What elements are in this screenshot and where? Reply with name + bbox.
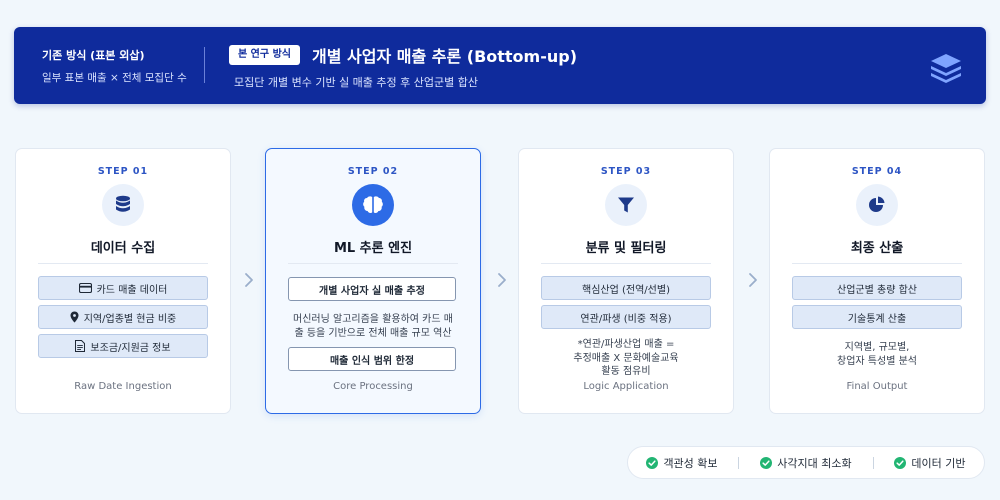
- step-label: STEP 01: [97, 166, 149, 177]
- legacy-method-title: 기존 방식 (표본 외삽): [42, 49, 145, 62]
- step-note-line: 지역별, 규모별,: [844, 342, 910, 353]
- step-note-line: 추정매출 X 문화예술교육: [573, 352, 679, 364]
- step-divider: [288, 263, 458, 264]
- step-item: 기술통계 산출: [792, 305, 962, 329]
- step-item: 핵심산업 (전역/선별): [541, 276, 711, 300]
- banner-divider: [204, 47, 205, 83]
- step-note: 머신러닝 알고리즘을 활용하여 카드 매출 등을 기반으로 전체 매출 규모 역…: [293, 314, 453, 339]
- document-icon: [75, 340, 86, 352]
- layers-icon: [931, 54, 961, 83]
- step-icon-container: [605, 184, 647, 226]
- proposed-method-title: 개별 사업자 매출 추론 (Bottom-up): [312, 47, 578, 66]
- step-item-label: 보조금/지원금 정보: [90, 342, 171, 354]
- step-icon-container: [352, 184, 394, 226]
- step-note-line: 활동 점유비: [601, 366, 651, 377]
- filter-icon: [618, 197, 634, 213]
- step-title: 데이터 수집: [90, 241, 156, 256]
- step-box-label: 개별 사업자 실 매출 추정: [319, 285, 425, 297]
- step-title: 최종 산출: [850, 241, 904, 256]
- step-icon-container: [102, 184, 144, 226]
- benefit-divider: [738, 456, 740, 469]
- benefit-label: 객관성 확보: [663, 456, 718, 470]
- step-item-label: 기술통계 산출: [847, 313, 907, 325]
- benefits-bar: 객관성 확보 사각지대 최소화 데이터 기반: [627, 446, 985, 479]
- step-item: 보조금/지원금 정보: [38, 334, 208, 358]
- step-label: STEP 02: [347, 166, 399, 177]
- header-banner: 기존 방식 (표본 외삽) 일부 표본 매출 × 전체 모집단 수 본 연구 방…: [14, 27, 986, 104]
- benefit-label: 사각지대 최소화: [777, 456, 852, 470]
- step-item: 카드 매출 데이터: [38, 276, 208, 300]
- step-item-label: 핵심산업 (전역/선별): [582, 284, 670, 296]
- chevron-right-icon: [245, 273, 253, 287]
- step-note-line: 창업자 특성별 분석: [837, 355, 917, 367]
- step-item-label: 지역/업종별 현금 비중: [83, 313, 177, 325]
- benefit-item: 데이터 기반: [894, 455, 966, 471]
- step-footer: Core Processing: [333, 381, 413, 392]
- step-item: 연관/파생 (비중 적용): [541, 305, 711, 329]
- proposed-method-desc: 모집단 개별 변수 기반 실 매출 추정 후 산업군별 합산: [234, 76, 478, 89]
- check-circle-icon: [894, 456, 907, 469]
- step-card-2: STEP 02 ML 추론 엔진 개별 사업자 실 매출 추정 머신러닝 알고리…: [265, 148, 481, 414]
- step-footer: Logic Application: [583, 381, 669, 392]
- step-item: 지역/업종별 현금 비중: [38, 305, 208, 329]
- check-circle-icon: [760, 456, 773, 469]
- step-divider: [38, 263, 208, 264]
- chevron-right-icon: [498, 273, 506, 287]
- step-divider: [541, 263, 711, 264]
- step-footer: Raw Date Ingestion: [74, 381, 172, 392]
- step-card-4: STEP 04 최종 산출 산업군별 총량 합산 기술통계 산출 지역별, 규모…: [769, 148, 985, 414]
- database-icon: [116, 195, 130, 212]
- benefit-label: 데이터 기반: [911, 456, 966, 470]
- legacy-method-desc: 일부 표본 매출 × 전체 모집단 수: [42, 72, 187, 84]
- step-icon-container: [856, 184, 898, 226]
- step-item-label: 연관/파생 (비중 적용): [580, 313, 672, 325]
- legacy-method: 기존 방식 (표본 외삽) 일부 표본 매출 × 전체 모집단 수: [42, 47, 202, 85]
- step-title: ML 추론 엔진: [333, 241, 413, 256]
- step-footer: Final Output: [846, 381, 908, 392]
- step-divider: [792, 263, 962, 264]
- step-note: 지역별, 규모별, 창업자 특성별 분석: [770, 341, 984, 368]
- step-note: *연관/파생산업 매출 = 추정매출 X 문화예술교육 활동 점유비: [519, 338, 733, 379]
- brain-icon: [363, 196, 383, 213]
- method-badge: 본 연구 방식: [229, 45, 300, 65]
- credit-card-icon: [78, 283, 92, 293]
- step-title: 분류 및 필터링: [585, 241, 667, 256]
- step-item-label: 카드 매출 데이터: [96, 284, 168, 296]
- pie-chart-icon: [869, 196, 885, 212]
- step-label: STEP 04: [851, 166, 903, 177]
- step-item-label: 산업군별 총량 합산: [837, 284, 917, 296]
- map-pin-icon: [70, 311, 79, 323]
- benefit-item: 사각지대 최소화: [760, 455, 852, 471]
- step-card-1: STEP 01 데이터 수집 카드 매출 데이터 지역/업종별 현금 비중 보조…: [15, 148, 231, 414]
- step-label: STEP 03: [600, 166, 652, 177]
- step-item: 산업군별 총량 합산: [792, 276, 962, 300]
- step-box: 매출 인식 범위 한정: [288, 347, 456, 371]
- benefit-divider: [872, 456, 874, 469]
- benefit-item: 객관성 확보: [646, 455, 718, 471]
- step-note-line: *연관/파생산업 매출 =: [577, 339, 675, 350]
- check-circle-icon: [646, 456, 659, 469]
- step-box: 개별 사업자 실 매출 추정: [288, 277, 456, 301]
- step-card-3: STEP 03 분류 및 필터링 핵심산업 (전역/선별) 연관/파생 (비중 …: [518, 148, 734, 414]
- step-box-label: 매출 인식 범위 한정: [329, 355, 415, 367]
- chevron-right-icon: [749, 273, 757, 287]
